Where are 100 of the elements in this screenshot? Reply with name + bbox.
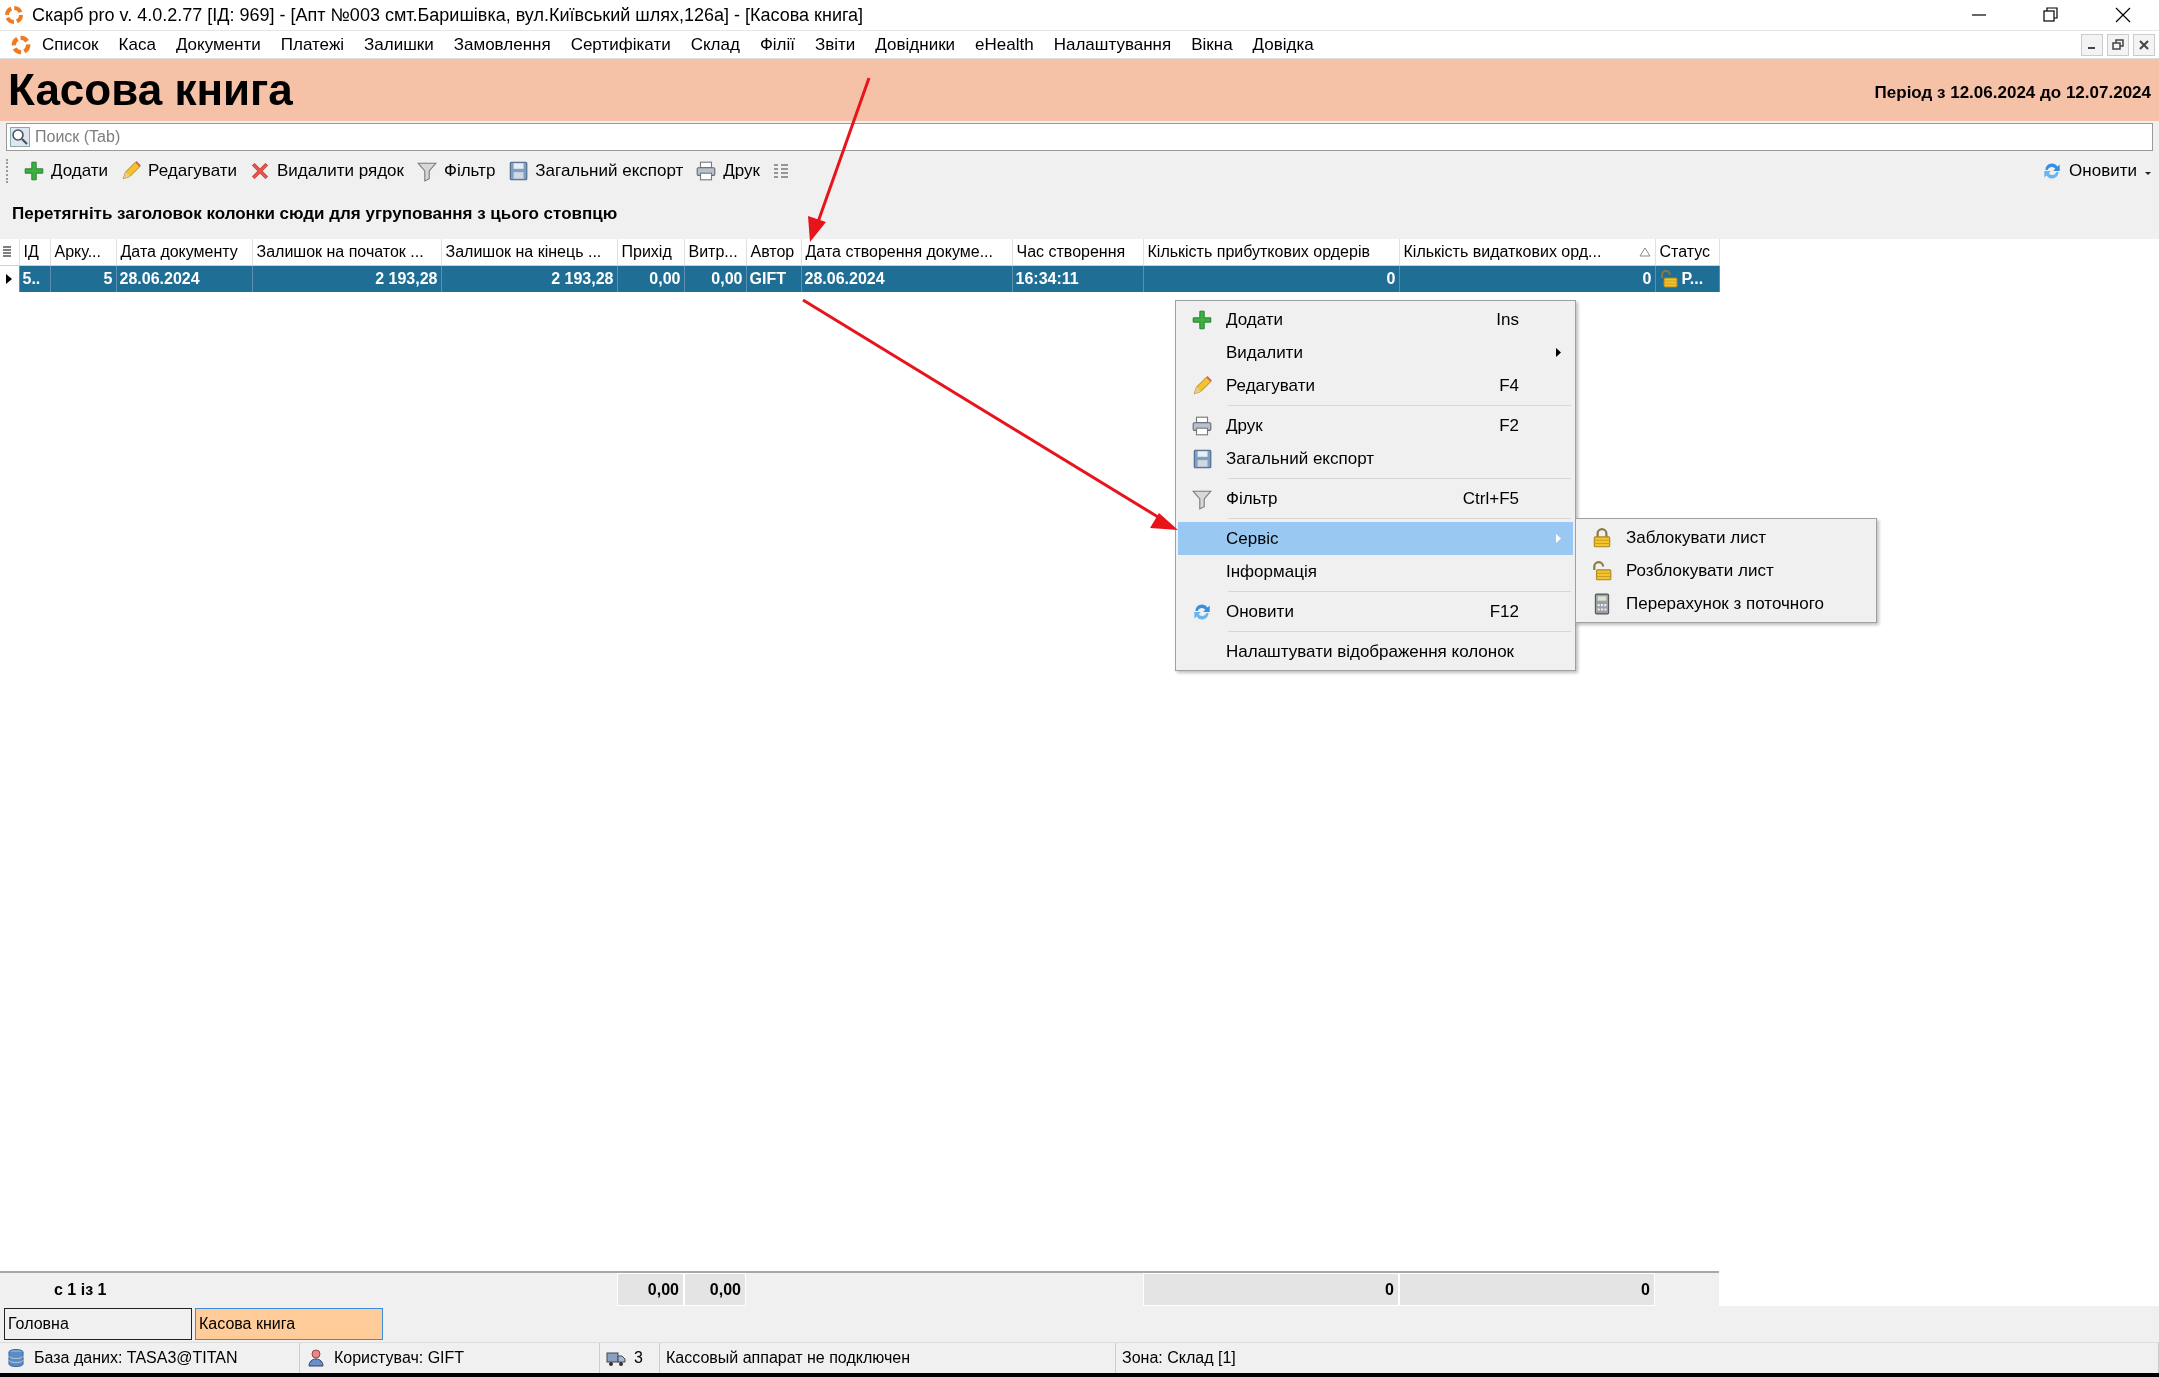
menu-item[interactable]: Видалити (1178, 336, 1573, 369)
menu-item[interactable]: Розблокувати лист (1578, 554, 1874, 587)
summary-value: с 1 із 1 (54, 1280, 107, 1299)
plus-icon (23, 160, 45, 182)
status-text: Кассовый аппарат не подключен (666, 1349, 910, 1367)
toolbar-button[interactable]: Загальний експорт (501, 157, 690, 185)
menu-item[interactable]: Оновити F12 (1178, 595, 1573, 628)
column-header[interactable]: Залишок на початок ... (252, 239, 441, 266)
toolbar-button[interactable]: Друк (689, 157, 767, 185)
menu-item[interactable]: Вікна (1181, 34, 1243, 55)
menu-item-label: Інформація (1226, 561, 1318, 582)
open-padlock-icon (1658, 269, 1679, 289)
menu-item[interactable]: Загальний експорт (1178, 442, 1573, 475)
user-icon (306, 1348, 326, 1368)
column-header[interactable]: Кількість прибуткових ордерів (1143, 239, 1399, 266)
menu-item[interactable]: Звіти (805, 34, 866, 55)
menu-item[interactable]: Заблокувати лист (1578, 521, 1874, 554)
table-cell: 5.. (22, 270, 41, 287)
document-tab[interactable]: Касова книга (195, 1308, 383, 1340)
summary-value: 0,00 (709, 1280, 741, 1299)
summary-value: 0 (1385, 1280, 1394, 1299)
column-header[interactable]: Статус (1655, 239, 1719, 266)
menu-item-label: Сервіс (1226, 528, 1280, 549)
menu-item[interactable]: Налаштування (1043, 34, 1182, 55)
shortcut-label: F2 (1498, 415, 1520, 436)
table-cell: 5 (103, 270, 113, 287)
status-text: Зона: Склад [1] (1122, 1349, 1236, 1367)
table-cell: 2 193,28 (551, 270, 614, 287)
table-cell: 0,00 (649, 270, 681, 287)
window-title: Скарб pro v. 4.0.2.77 [ІД: 969] - [Апт №003 смт.Баришівка, вул.Київський шлях,126а] - [Касова книга] (32, 4, 865, 26)
menu-item[interactable]: Додати Ins (1178, 303, 1573, 336)
menu-item[interactable]: Залишки (354, 34, 444, 55)
menu-item[interactable]: Платежі (270, 34, 355, 55)
table-cell: 28.06.2024 (119, 270, 200, 287)
column-header[interactable]: Залишок на кінець ... (441, 239, 617, 266)
status-text: База даних: TASA3@TITAN (34, 1349, 238, 1367)
refresh-button[interactable]: Оновити (2035, 157, 2143, 185)
toolbar-button[interactable]: Видалити рядок (243, 157, 410, 185)
menu-item-label: Видалити (1226, 342, 1304, 363)
column-header[interactable]: ІД (19, 239, 50, 266)
document-tab[interactable]: Головна (4, 1308, 192, 1340)
toolbar-button[interactable]: Додати (17, 157, 115, 185)
printer-icon (695, 160, 718, 182)
table-cell: 0,00 (711, 270, 743, 287)
menu-item[interactable]: Друк F2 (1178, 409, 1573, 442)
shortcut-label: F4 (1498, 375, 1520, 396)
menu-item[interactable]: Сервіс (1178, 522, 1573, 555)
menu-item-label: Налаштувати відображення колонок (1226, 641, 1516, 662)
pencil-icon (120, 160, 143, 182)
column-header[interactable]: Автор (746, 239, 801, 266)
page-title: Касова книга (8, 65, 294, 115)
menu-item[interactable]: Документи (165, 34, 271, 55)
cross-icon (249, 160, 272, 182)
menu-item[interactable]: Інформація (1178, 555, 1573, 588)
menu-item[interactable]: Філії (749, 34, 805, 55)
column-header[interactable]: Витр... (684, 239, 746, 266)
column-header[interactable]: Дата документу (116, 239, 252, 266)
menu-item[interactable]: Довідники (865, 34, 966, 55)
group-by-hint: Перетягніть заголовок колонки сюди для угруповання з цього стовпцю (12, 204, 618, 224)
menu-item[interactable]: Список (32, 34, 109, 55)
menu-item-label: Перерахунок з поточного (1626, 593, 1825, 614)
table-cell: GIFT (749, 270, 786, 287)
restore-icon[interactable] (2043, 7, 2059, 23)
menu-item-label: Оновити (1226, 601, 1295, 622)
menu-item[interactable]: Перерахунок з поточного (1578, 587, 1874, 620)
column-chooser-icon (2, 245, 12, 259)
menu-item[interactable]: Налаштувати відображення колонок (1178, 635, 1573, 668)
menu-item[interactable]: Редагувати F4 (1178, 369, 1573, 402)
menu-item-label: Додати (1226, 309, 1285, 330)
close-icon[interactable] (2115, 7, 2131, 23)
table-row[interactable]: 5.. 5 28.06.2024 2 193,28 2 193,28 0,00 0,00 GIFT 28.06.2024 16:34:11 0 0 Р... (0, 265, 1719, 292)
menu-item-label: Фільтр (1226, 488, 1279, 509)
menu-item-label: Розблокувати лист (1626, 560, 1775, 581)
column-header[interactable]: Кількість видаткових орд... (1399, 239, 1655, 266)
search-field[interactable]: Поиск (Tab) (6, 123, 2153, 151)
menu-item-label: Загальний експорт (1226, 448, 1375, 469)
search-icon (10, 127, 30, 147)
status-text: 3 (634, 1349, 643, 1367)
column-header[interactable]: Прихід (617, 239, 684, 266)
restore-icon[interactable] (2107, 33, 2129, 56)
menu-item[interactable]: Довідка (1242, 34, 1324, 55)
menu-item[interactable]: Склад (680, 34, 750, 55)
menu-item[interactable]: Фільтр Ctrl+F5 (1178, 482, 1573, 515)
shortcut-label: Ctrl+F5 (1461, 488, 1520, 509)
minimize-icon[interactable] (2081, 33, 2103, 56)
period-label: Період з 12.06.2024 до 12.07.2024 (1874, 83, 2151, 103)
table-cell: 0 (1386, 270, 1396, 287)
menu-item-label: Заблокувати лист (1626, 527, 1768, 548)
table-cell: 2 193,28 (375, 270, 438, 287)
menu-item[interactable]: Сертифікати (560, 34, 681, 55)
column-header[interactable]: Арку... (50, 239, 116, 266)
menu-item[interactable]: eHealth (965, 34, 1044, 55)
toolbar-button[interactable]: Фільтр (409, 157, 502, 185)
summary-value: 0 (1641, 1280, 1650, 1299)
column-header[interactable]: Час створення (1012, 239, 1143, 266)
toolbar-button[interactable]: Редагувати (114, 157, 244, 185)
menu-item[interactable]: Замовлення (443, 34, 561, 55)
column-header[interactable]: Дата створення докуме... (801, 239, 1012, 266)
columns-icon[interactable] (772, 162, 791, 180)
menu-item[interactable]: Каса (108, 34, 166, 55)
